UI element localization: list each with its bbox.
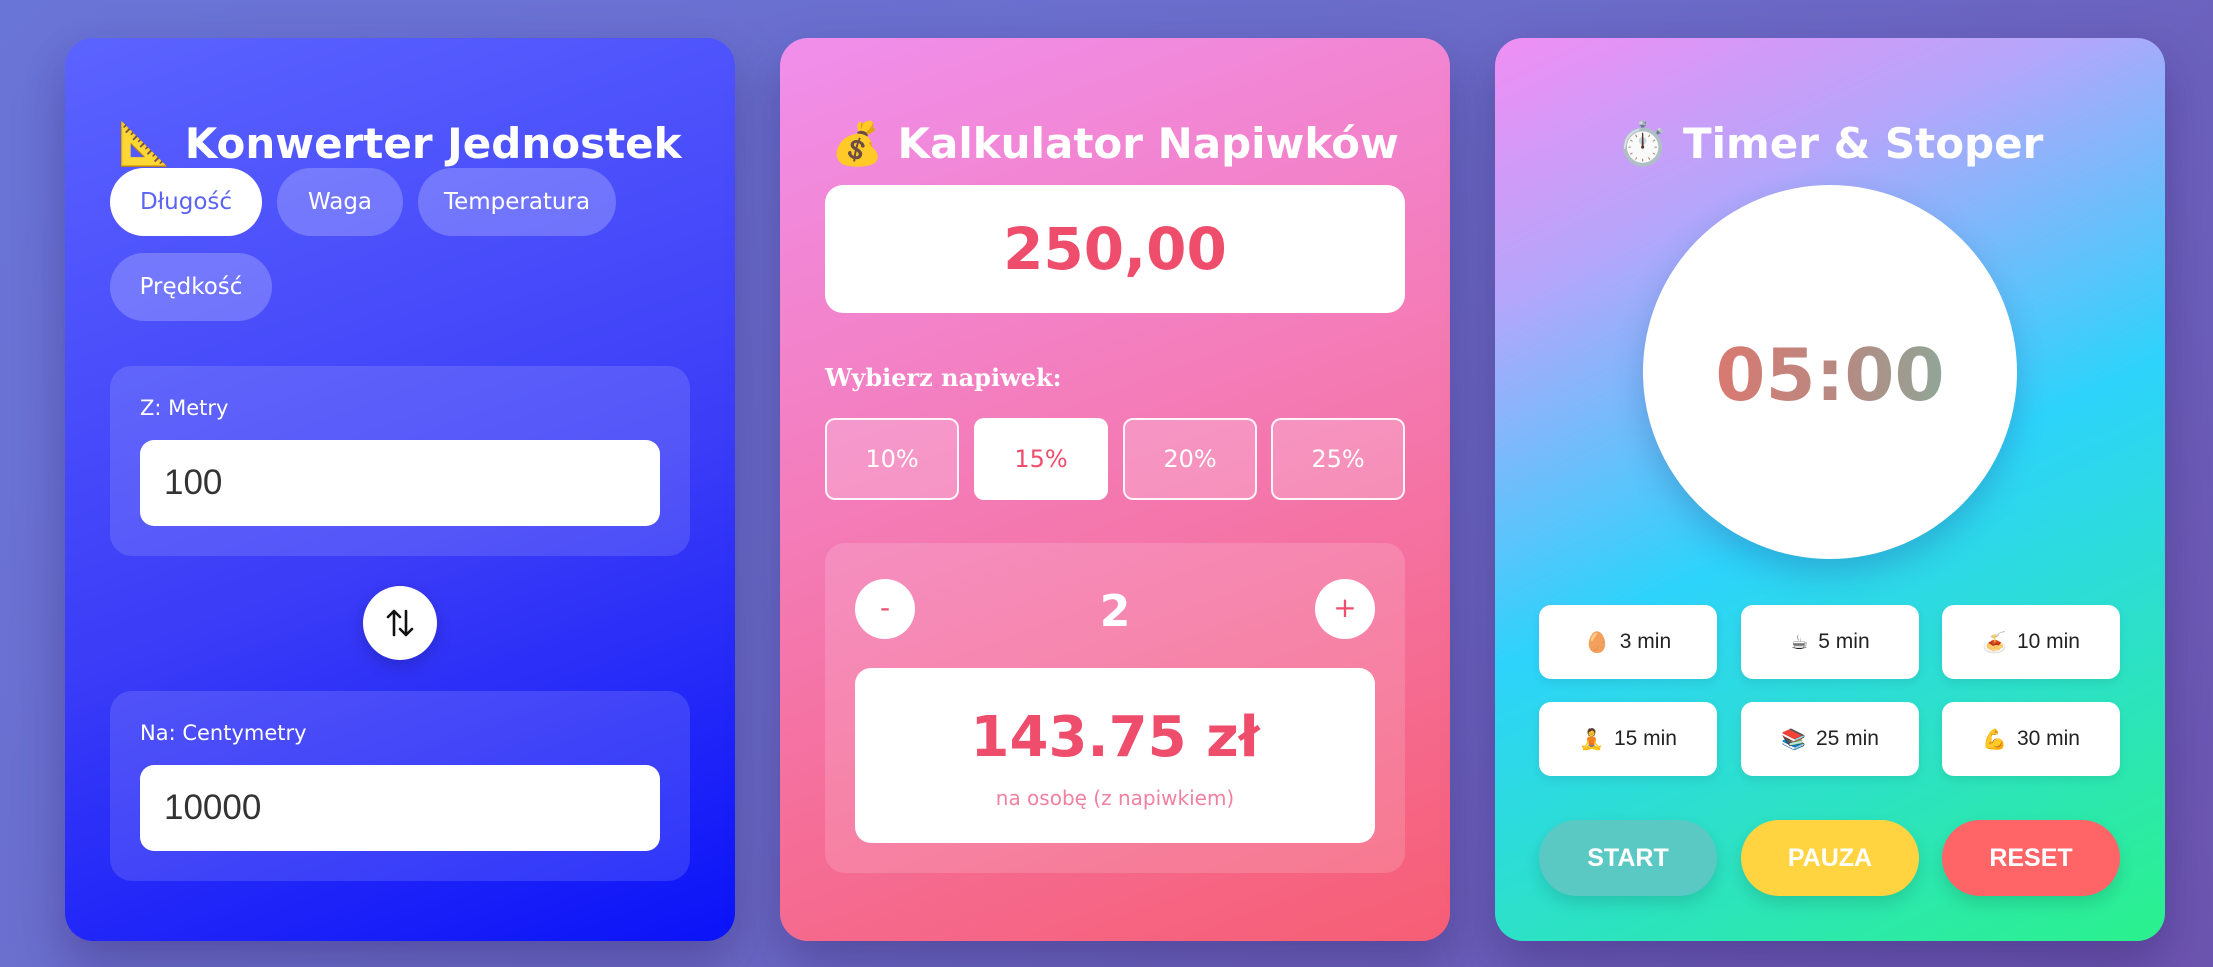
meditation-icon: 🧘 [1579,727,1604,751]
swap-vertical-arrows-icon [386,609,414,637]
preset-label: 25 min [1815,727,1879,750]
tip-calculator-title-text: Kalkulator Napiwków [897,119,1399,168]
coffee-icon: ☕ [1790,630,1809,654]
start-button[interactable]: START [1539,820,1717,896]
from-value-input[interactable] [140,440,660,526]
preset-10-min-button[interactable]: 🍝 10 min [1942,605,2120,679]
timer-display: 05:00 [1643,335,2017,415]
to-unit-label: Na: Centymetry [140,721,307,745]
flexed-biceps-icon: 💪 [1982,727,2007,751]
to-value-input[interactable] [140,765,660,851]
tab-length[interactable]: Długość [110,168,262,236]
preset-label: 15 min [1613,727,1677,750]
tab-weight[interactable]: Waga [277,168,403,236]
preset-label: 3 min [1619,630,1672,653]
from-unit-panel: Z: Metry [110,366,690,556]
timer-title: ⏱️ Timer & Stoper [1495,118,2165,170]
preset-25-min-button[interactable]: 📚 25 min [1741,702,1919,776]
pasta-icon: 🍝 [1982,630,2007,654]
preset-label: 5 min [1818,630,1870,653]
egg-icon: 🥚 [1584,630,1610,654]
unit-converter-card: 📐 Konwerter Jednostek Długość Waga Temper… [65,38,735,941]
money-bag-icon: 💰 [831,119,884,168]
tab-temperature[interactable]: Temperatura [418,168,616,236]
converter-title: 📐 Konwerter Jednostek [65,118,735,170]
preset-15-min-button[interactable]: 🧘 15 min [1539,702,1717,776]
preset-label: 30 min [2016,727,2080,750]
tip-option-10[interactable]: 10% [825,418,959,500]
preset-5-min-button[interactable]: ☕ 5 min [1741,605,1919,679]
timer-clock-face: 05:00 [1643,185,2017,559]
tip-calculator-title: 💰 Kalkulator Napiwków [780,118,1450,170]
per-person-caption: na osobę (z napiwkiem) [995,786,1235,810]
preset-30-min-button[interactable]: 💪 30 min [1942,702,2120,776]
tip-option-25[interactable]: 25% [1271,418,1405,500]
tip-option-20[interactable]: 20% [1123,418,1257,500]
reset-button[interactable]: RESET [1942,820,2120,896]
triangular-ruler-icon: 📐 [118,119,171,168]
tip-select-label: Wybierz napiwek: [825,363,1062,392]
preset-label: 10 min [2016,630,2080,653]
stopwatch-icon: ⏱️ [1616,119,1669,168]
increase-people-button[interactable]: + [1315,579,1375,639]
to-unit-panel: Na: Centymetry [110,691,690,881]
pause-button[interactable]: PAUZA [1741,820,1919,896]
converter-title-text: Konwerter Jednostek [184,119,682,168]
swap-units-button[interactable] [363,586,437,660]
preset-3-min-button[interactable]: 🥚 3 min [1539,605,1717,679]
from-unit-label: Z: Metry [140,396,229,420]
tip-option-15[interactable]: 15% [974,418,1108,500]
per-person-amount: 143.75 zł [970,705,1260,770]
timer-card: ⏱️ Timer & Stoper 05:00 🥚 3 min ☕ 5 min 🍝 10… [1495,38,2165,941]
tab-speed[interactable]: Prędkość [110,253,272,321]
timer-title-text: Timer & Stoper [1682,119,2044,168]
tip-calculator-card: 💰 Kalkulator Napiwków 250,00 Wybierz napi… [780,38,1450,941]
split-panel: - 2 + 143.75 zł na osobę (z napiwkiem) [825,543,1405,873]
bill-amount-input[interactable]: 250,00 [825,185,1405,313]
per-person-result: 143.75 zł na osobę (z napiwkiem) [855,668,1375,843]
books-icon: 📚 [1781,727,1806,751]
